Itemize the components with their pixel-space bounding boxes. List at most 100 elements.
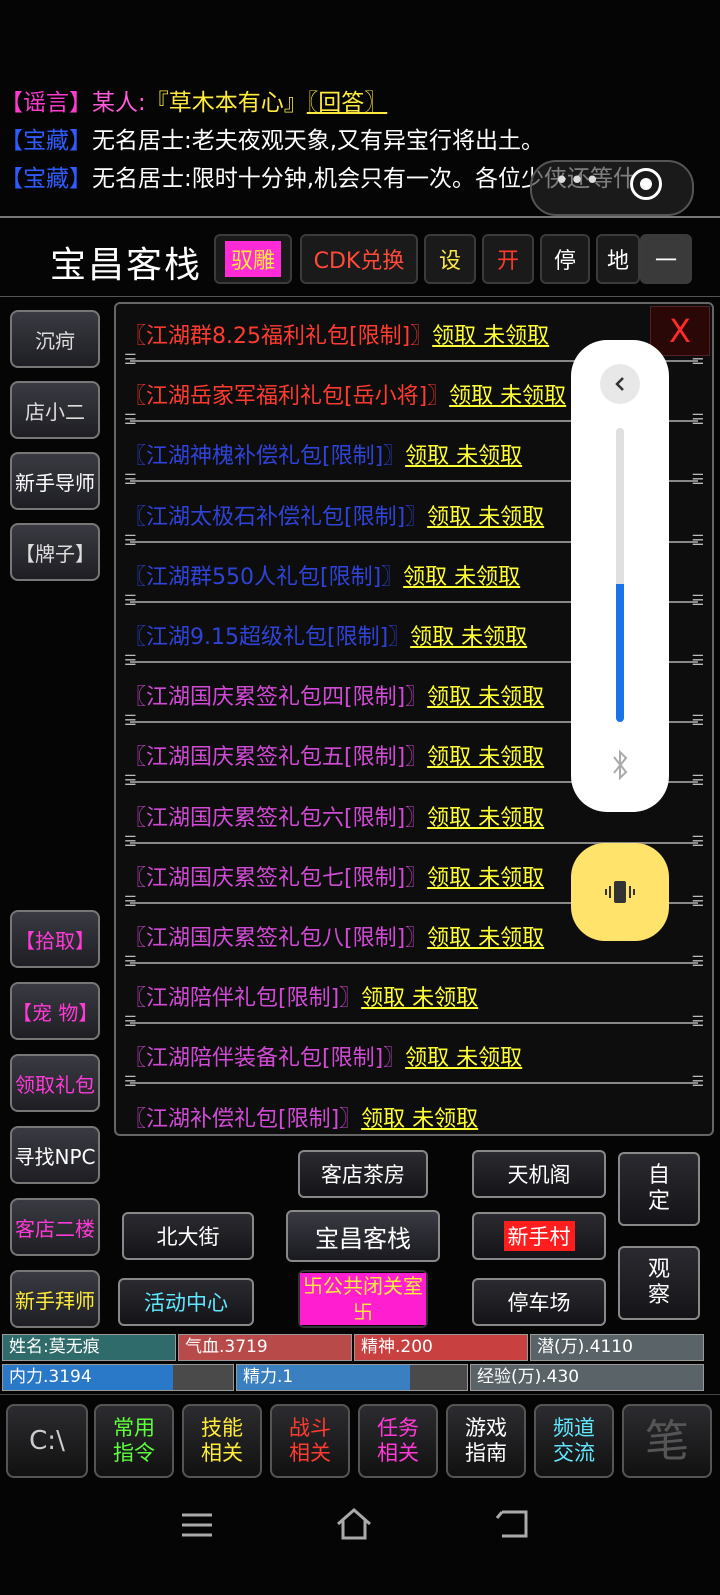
- nav-north-street[interactable]: 北大街: [122, 1212, 254, 1260]
- claim-link[interactable]: 领取 未领取: [361, 1107, 478, 1132]
- claim-link[interactable]: 领取 未领取: [427, 505, 544, 530]
- stat-neili-bar: 内力.3194: [2, 1364, 234, 1391]
- volume-slider[interactable]: [616, 428, 624, 722]
- nav-teahouse[interactable]: 客店茶房: [298, 1150, 428, 1198]
- cdk-redeem-button[interactable]: CDK兑换: [300, 234, 418, 284]
- tab-label: 常用指令: [113, 1416, 155, 1465]
- claim-link[interactable]: 领取 未领取: [403, 565, 520, 590]
- tab-label: 频道交流: [553, 1416, 595, 1465]
- separator-cap-icon: ☰: [691, 412, 704, 429]
- nav-retreat-room[interactable]: 卐公共闭关室卐: [298, 1270, 428, 1328]
- tab-notes[interactable]: 笔: [622, 1404, 712, 1478]
- settings-button[interactable]: 设: [424, 234, 476, 284]
- gift-row-content: 〖江湖国庆累签礼包四[限制]〗领取 未领取: [124, 679, 544, 711]
- stat-potential: 潜(万).4110: [530, 1334, 704, 1361]
- more-dots-icon[interactable]: •••: [554, 166, 600, 196]
- tab-label: 游戏指南: [465, 1416, 507, 1465]
- gift-name: 〖江湖国庆累签礼包五[限制]〗: [124, 745, 428, 771]
- map-button[interactable]: 地: [596, 234, 640, 284]
- separator-cap-icon: ☰: [691, 954, 704, 970]
- chat-speaker: 某人:: [92, 90, 146, 116]
- claim-link[interactable]: 领取 未领取: [405, 1046, 522, 1071]
- gift-name: 〖江湖国庆累签礼包六[限制]〗: [124, 805, 428, 831]
- observe-button[interactable]: 观察: [618, 1246, 700, 1320]
- gift-row: 〖江湖陪伴装备礼包[限制]〗领取 未领取 ☰ ☰: [124, 1032, 704, 1092]
- minimize-button[interactable]: 一: [640, 234, 692, 284]
- separator-cap-icon: ☰: [124, 653, 137, 669]
- claim-link[interactable]: 领取 未领取: [427, 806, 544, 831]
- nav-newbie-village[interactable]: 新手村: [472, 1212, 606, 1260]
- tab-combat[interactable]: 战斗相关: [270, 1404, 350, 1478]
- claim-link[interactable]: 领取 未领取: [410, 625, 527, 650]
- claim-link[interactable]: 领取 未领取: [427, 866, 544, 891]
- stat-spirit: 精神.200: [354, 1334, 528, 1361]
- gift-name: 〖江湖岳家军福利礼包[岳小将]〗: [124, 384, 450, 410]
- gift-name: 〖江湖国庆累签礼包八[限制]〗: [124, 926, 428, 951]
- separator-cap-icon: ☰: [124, 532, 137, 549]
- custom-button[interactable]: 自定: [618, 1152, 700, 1226]
- tab-common-commands[interactable]: 常用指令: [94, 1404, 174, 1478]
- start-button[interactable]: 开: [482, 234, 534, 284]
- nav-current-location[interactable]: 宝昌客栈: [286, 1210, 440, 1262]
- claim-link[interactable]: 领取 未领取: [449, 384, 566, 409]
- apprentice-button[interactable]: 新手拜师: [10, 1270, 100, 1328]
- inn-upstairs-button[interactable]: 客店二楼: [10, 1198, 100, 1256]
- row-separator: [130, 1082, 698, 1085]
- find-npc-button[interactable]: 寻找NPC: [10, 1126, 100, 1184]
- npc-button-mentor[interactable]: 新手导师: [10, 452, 100, 510]
- separator-cap-icon: ☰: [691, 1014, 704, 1031]
- separator-cap-icon: ☰: [691, 1074, 704, 1091]
- claim-link[interactable]: 领取 未领取: [432, 324, 549, 349]
- back-icon[interactable]: [494, 1508, 530, 1540]
- collapse-button[interactable]: [600, 364, 640, 404]
- nav-tianji-pavilion[interactable]: 天机阁: [472, 1150, 606, 1198]
- divider: [0, 216, 720, 218]
- home-icon[interactable]: [334, 1506, 374, 1542]
- floating-toolbar[interactable]: •••: [530, 160, 694, 216]
- retreat-room-label: 卐公共闭关室卐: [300, 1273, 426, 1325]
- tab-game-guide[interactable]: 游戏指南: [446, 1404, 526, 1478]
- claim-link[interactable]: 领取 未领取: [361, 986, 478, 1011]
- nav-parking[interactable]: 停车场: [472, 1278, 606, 1326]
- tab-quests[interactable]: 任务相关: [358, 1404, 438, 1478]
- gift-row-content: 〖江湖太极石补偿礼包[限制]〗领取 未领取: [124, 499, 544, 531]
- separator-cap-icon: ☰: [124, 954, 137, 970]
- stat-jingli-bar: 精力.1: [236, 1364, 468, 1391]
- gift-row-content: 〖江湖岳家军福利礼包[岳小将]〗领取 未领取: [124, 378, 566, 410]
- tab-channel-chat[interactable]: 频道交流: [534, 1404, 614, 1478]
- npc-button-chenke[interactable]: 沉疴: [10, 310, 100, 368]
- gift-row-content: 〖江湖补偿礼包[限制]〗领取 未领取: [124, 1101, 478, 1133]
- pickup-button[interactable]: 【拾取】: [10, 910, 100, 968]
- gift-row-content: 〖江湖群8.25福利礼包[限制]〗领取 未领取: [124, 318, 549, 350]
- chat-tag: 【宝藏】: [0, 166, 92, 192]
- ride-eagle-button[interactable]: 驭雕: [214, 234, 292, 284]
- separator-cap-icon: ☰: [691, 773, 704, 790]
- separator-cap-icon: ☰: [124, 833, 137, 850]
- gift-row: 〖江湖陪伴礼包[限制]〗领取 未领取 ☰ ☰: [124, 972, 704, 1032]
- nav-activity-center[interactable]: 活动中心: [118, 1278, 254, 1326]
- vibrate-toggle[interactable]: [571, 843, 669, 941]
- pet-button[interactable]: 【宠 物】: [10, 982, 100, 1040]
- claim-link[interactable]: 领取 未领取: [405, 444, 522, 469]
- separator-cap-icon: ☰: [124, 352, 137, 368]
- npc-button-sign[interactable]: 【牌子】: [10, 523, 100, 581]
- gift-row-content: 〖江湖国庆累签礼包六[限制]〗领取 未领取: [124, 800, 544, 832]
- claim-gift-button[interactable]: 领取礼包: [10, 1054, 100, 1112]
- console-tab[interactable]: C:\: [6, 1404, 88, 1478]
- gift-name: 〖江湖国庆累签礼包四[限制]〗: [124, 685, 428, 711]
- close-button[interactable]: X: [650, 306, 710, 356]
- claim-link[interactable]: 领取 未领取: [427, 685, 544, 710]
- npc-button-waiter[interactable]: 店小二: [10, 381, 100, 439]
- observe-label: 观察: [647, 1257, 670, 1308]
- chat-line: 【宝藏】无名居士:老夫夜观天象,又有异宝行将出土。: [0, 122, 720, 160]
- chevron-left-icon: [615, 377, 624, 391]
- tab-skills[interactable]: 技能相关: [182, 1404, 262, 1478]
- newbie-village-label: 新手村: [503, 1221, 575, 1251]
- gift-row-content: 〖江湖国庆累签礼包七[限制]〗领取 未领取: [124, 860, 544, 892]
- claim-link[interactable]: 领取 未领取: [427, 926, 544, 951]
- answer-link[interactable]: 〖回答〗: [307, 90, 388, 116]
- record-icon[interactable]: [630, 168, 662, 200]
- menu-icon[interactable]: [180, 1510, 214, 1540]
- stop-button[interactable]: 停: [540, 234, 590, 284]
- claim-link[interactable]: 领取 未领取: [427, 745, 544, 770]
